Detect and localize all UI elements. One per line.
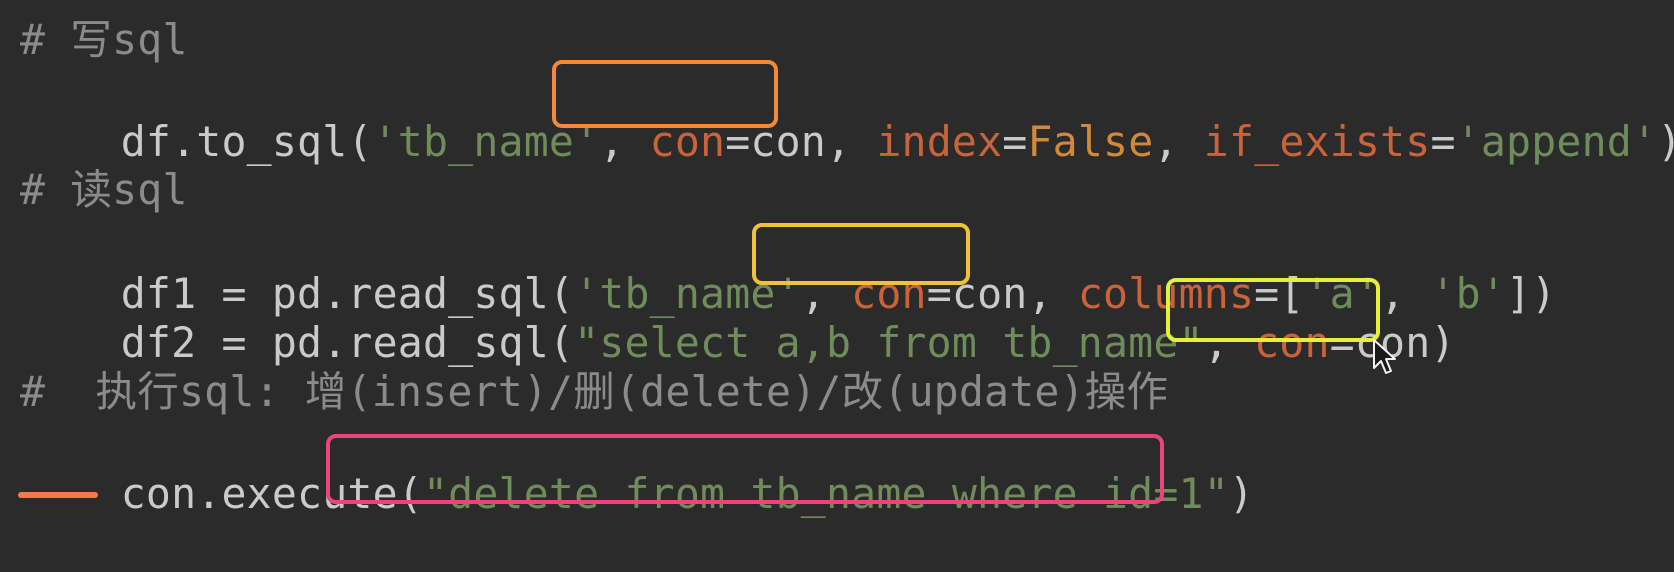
code-identifier-con: con (120, 469, 197, 518)
comment-read-sql: # 读sql (20, 165, 188, 214)
code-token: =con, (725, 117, 877, 166)
code-token: , (599, 117, 650, 166)
code-line-read-sql-df1: df1 = pd.read_sql('tb_name', con=con, co… (20, 216, 1556, 318)
comment-execute-sql: # 执行sql: 增(insert)/删(delete)/改(update)操作 (20, 367, 1169, 416)
underline-mark (18, 492, 98, 498)
code-string: 'tb_name' (372, 117, 600, 166)
code-keyword-arg: con (649, 117, 726, 166)
code-token: , (1203, 318, 1255, 367)
code-line-execute: con.execute("delete from tb_name where i… (20, 416, 1254, 518)
code-token: ]) (1506, 269, 1557, 318)
code-line-to-sql: df.to_sql('tb_name', con=con, index=Fals… (20, 64, 1674, 166)
code-token: df.to_sql( (120, 117, 373, 166)
code-editor[interactable]: # 写sql df.to_sql('tb_name', con=con, ind… (0, 0, 1674, 519)
code-token: .execute( (196, 469, 423, 518)
comment-write-sql: # 写sql (20, 15, 188, 64)
code-line-read-sql-df2: df2 = pd.read_sql("select a,b from tb_na… (20, 265, 1456, 367)
code-keyword-arg: index (876, 117, 1003, 166)
mouse-pointer-icon (1373, 339, 1396, 374)
code-boolean: False (1027, 117, 1154, 166)
code-string: 'append' (1455, 117, 1658, 166)
code-token: = (1002, 117, 1028, 166)
code-token: ) (1657, 117, 1674, 166)
code-string: "delete from tb_name where id=1" (422, 469, 1229, 518)
code-token: = (1430, 117, 1456, 166)
code-keyword-arg: con (1254, 318, 1330, 367)
code-token: ) (1228, 469, 1255, 518)
code-keyword-arg: if_exists (1203, 117, 1431, 166)
code-string: "select a,b from tb_name" (574, 318, 1204, 367)
code-token: df2 = pd.read_sql( (120, 318, 575, 367)
code-token: , (1153, 117, 1204, 166)
